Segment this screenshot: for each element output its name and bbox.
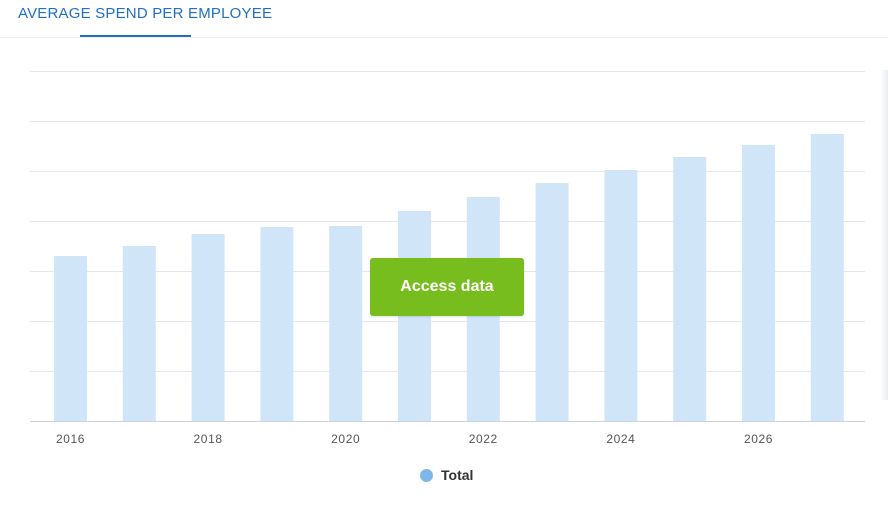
bar-2026[interactable] [742,145,775,421]
bar-2025[interactable] [673,157,707,421]
scroll-shadow [880,70,888,400]
x-tick-label-2018: 2018 [194,432,223,446]
x-tick-label-2016: 2016 [56,432,85,446]
bar-2019[interactable] [260,227,294,421]
legend-label-total: Total [441,467,474,483]
bar-2018[interactable] [191,234,225,421]
x-tick-label-2026: 2026 [744,432,773,446]
legend-marker-icon [420,468,433,482]
x-tick-label-2020: 2020 [331,432,360,446]
bar-2027[interactable] [810,134,844,421]
bar-2021[interactable] [398,211,431,421]
bar-2016[interactable] [54,256,87,421]
x-axis-ticks: 2016 2018 2020 2022 2024 2026 [56,432,773,446]
bar-2024[interactable] [604,170,638,421]
bar-2023[interactable] [535,183,569,421]
x-tick-label-2022: 2022 [469,432,498,446]
x-tick-label-2024: 2024 [606,432,635,446]
access-data-button[interactable]: Access data [370,258,524,316]
bar-2017[interactable] [122,246,156,421]
bar-2020[interactable] [329,226,363,421]
bar-chart: 2016 2018 2020 2022 2024 2026 [30,71,865,446]
chart-legend[interactable]: Total [420,466,473,484]
